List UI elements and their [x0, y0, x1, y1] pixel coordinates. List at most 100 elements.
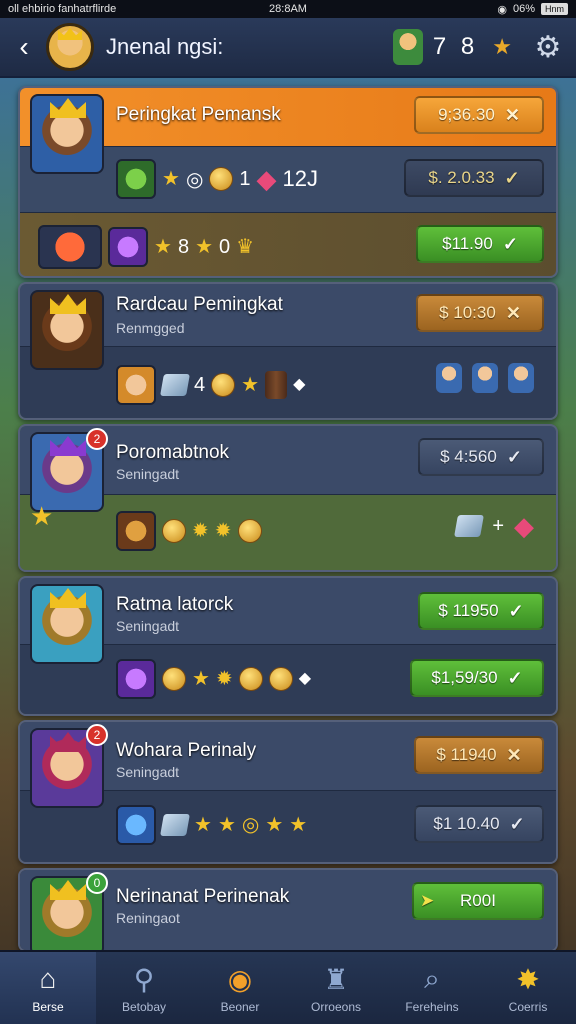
- nav-orrooens[interactable]: ♜ Orroeons: [288, 952, 384, 1024]
- reward-items: ★ ★ ◎ ★ ★: [116, 805, 307, 845]
- price-value: 9;36.30: [438, 105, 495, 124]
- price-button[interactable]: $1 10.40 ✓: [414, 805, 544, 843]
- sword-slot-icon: [108, 227, 148, 267]
- star-icon: ★: [265, 814, 284, 836]
- bottom-nav: ⌂ Berse ⚲ Betobay ◉ Beoner ♜ Orroeons ⌕ …: [0, 950, 576, 1024]
- hero-portrait: 2: [30, 724, 108, 808]
- battery-percent: 06%: [512, 3, 535, 15]
- nav-search[interactable]: ⌕ Fereheins: [384, 952, 480, 1024]
- star-icon: ★: [492, 34, 512, 59]
- status-right: ◉ 06% Hnm: [497, 3, 568, 16]
- star-icon: ★: [195, 236, 213, 258]
- hero-slot-icon: [116, 365, 156, 405]
- medal-icon: [209, 167, 234, 191]
- star-icon: ★: [192, 668, 210, 690]
- hero-portrait: 2: [30, 428, 108, 512]
- close-icon: ✕: [505, 302, 521, 323]
- arrow-icon: ➤: [420, 891, 435, 910]
- price-value: $ 11950: [438, 601, 499, 620]
- hero-icon: [436, 363, 462, 393]
- reward-count: 8: [177, 235, 190, 258]
- status-bar: oll ehbirio fanhatrflirde 28:8AM ◉ 06% H…: [0, 0, 576, 18]
- ranking-card-3[interactable]: Poromabtnok Seningadt $ 4:560 ✓ 2 ★ ✹ ✹ …: [18, 424, 558, 572]
- nav-events[interactable]: ✸ Coerris: [480, 952, 576, 1024]
- nav-battle[interactable]: ⚲ Betobay: [96, 952, 192, 1024]
- map-icon: ⚲: [133, 963, 155, 995]
- card-title: Peringkat Pemansk: [116, 104, 281, 125]
- search-icon: ⌕: [424, 962, 440, 994]
- check-icon: ✓: [507, 667, 523, 688]
- price-button[interactable]: $ 4:560 ✓: [418, 438, 544, 476]
- coin-icon: [162, 667, 186, 691]
- ranking-card-6[interactable]: Nerinanat Perinenak Reningaot ➤ R00I 0: [18, 868, 558, 952]
- sword-slot-icon: [116, 659, 156, 699]
- nav-label: Fereheins: [405, 1000, 459, 1014]
- hero-icon: [472, 363, 498, 393]
- card-subtitle: Reningaot: [116, 910, 180, 926]
- buy-button[interactable]: $11.90 ✓: [416, 225, 544, 263]
- hero-portrait: [30, 584, 104, 664]
- banner-icon: ◉: [227, 963, 253, 995]
- ranking-card-4[interactable]: Ratma latorck Seningadt $ 11950 ✓ ★ ✹ ◆ …: [18, 576, 558, 716]
- close-icon: ✕: [506, 744, 522, 765]
- star-icon: ★: [154, 236, 172, 258]
- check-icon: ✓: [509, 813, 525, 834]
- price-button[interactable]: 9;36.30 ✕: [414, 96, 544, 134]
- ranking-card-5[interactable]: Wohara Perinaly Seningadt $ 11940 ✕ 2 ★ …: [18, 720, 558, 864]
- circle-icon: ◎: [185, 168, 204, 191]
- ranking-card-1[interactable]: Peringkat Pemansk 9;36.30 ✕ ★ ◎ 1 ◆ 12J …: [18, 86, 558, 278]
- notification-badge: 2: [86, 724, 108, 746]
- status-left-text: oll ehbirio fanhatrflirde: [8, 3, 117, 15]
- ranking-card-2[interactable]: Rardcau Pemingkat Renmgged $ 10:30 ✕ 4 ★…: [18, 282, 558, 420]
- reward-items: ★ ✹ ◆: [116, 659, 311, 699]
- card-subtitle: Seningadt: [116, 618, 180, 634]
- back-arrow-icon[interactable]: ‹: [10, 27, 38, 67]
- player-avatar[interactable]: [46, 23, 94, 71]
- coin-icon: [162, 519, 186, 543]
- reward-items: ★ ◎ 1 ◆ 12J: [116, 159, 318, 199]
- ring-icon: ◎: [241, 814, 260, 836]
- trophy-icon: [268, 667, 293, 691]
- gem-icon: ◆: [514, 511, 534, 541]
- notification-badge: 0: [86, 872, 108, 894]
- gear-icon[interactable]: ⚙: [530, 30, 566, 65]
- sword-slot-icon: [116, 511, 156, 551]
- gear-coin-icon: ✹: [215, 668, 233, 690]
- chest-icon: [454, 515, 485, 537]
- barrel-icon: [265, 371, 288, 399]
- price-button[interactable]: $ 11940 ✕: [414, 736, 544, 774]
- star-burst-icon: ✸: [516, 963, 540, 995]
- gear-coin-icon: ✹: [214, 520, 232, 542]
- price-button[interactable]: $. 2.0.33 ✓: [404, 159, 544, 197]
- reward-count: 1: [239, 167, 251, 190]
- book-icon: [160, 374, 190, 396]
- hero-portrait: 0: [30, 872, 108, 950]
- price-value: $. 2.0.33: [428, 168, 495, 187]
- star-icon: ★: [30, 501, 54, 531]
- check-icon: ✓: [508, 600, 524, 621]
- star-icon: ★: [194, 814, 212, 836]
- card-title: Rardcau Pemingkat: [116, 294, 283, 315]
- nav-home[interactable]: ⌂ Berse: [0, 952, 96, 1024]
- star-icon: ★: [162, 168, 180, 190]
- claim-button[interactable]: ➤ R00I: [412, 882, 544, 920]
- price-button[interactable]: $ 11950 ✓: [418, 592, 544, 630]
- card-title: Wohara Perinaly: [116, 740, 257, 761]
- castle-icon: ♜: [323, 963, 349, 995]
- card-subtitle: Renmgged: [116, 320, 185, 336]
- page-title: Jnenal ngsi:: [106, 34, 224, 59]
- coin-icon: [211, 373, 236, 397]
- star-icon: ★: [289, 814, 308, 836]
- close-icon: ✕: [504, 104, 520, 125]
- bonus-icons: + ◆: [454, 511, 534, 541]
- star-icon: ★: [217, 814, 236, 836]
- price-value: R00I: [460, 891, 496, 910]
- price-button[interactable]: $ 10:30 ✕: [416, 294, 544, 332]
- nav-banner[interactable]: ◉ Beoner: [192, 952, 288, 1024]
- price-value: $ 4:560: [440, 447, 497, 466]
- nav-label: Beoner: [220, 1000, 260, 1014]
- reward-count: 0: [219, 235, 231, 258]
- buy-button[interactable]: $1,59/30 ✓: [410, 659, 544, 697]
- potion-slot-icon: [116, 159, 156, 199]
- meat-icon: [38, 225, 102, 269]
